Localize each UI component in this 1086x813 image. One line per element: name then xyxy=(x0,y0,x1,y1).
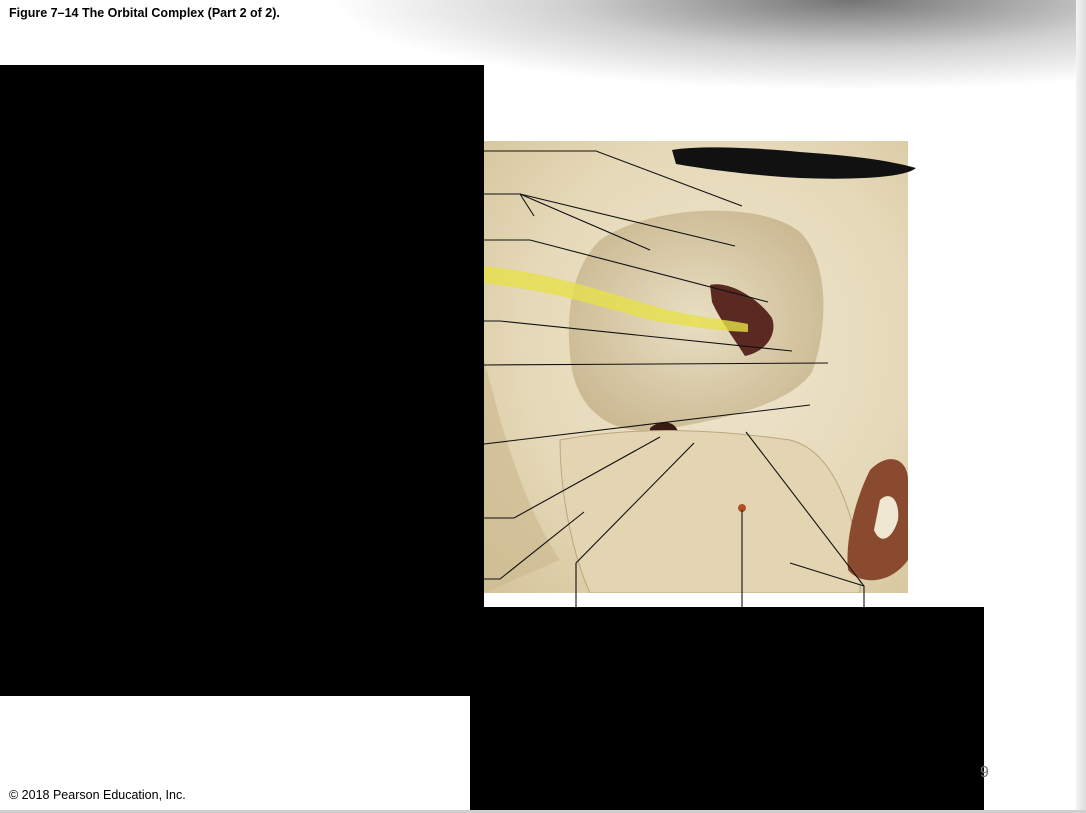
copyright-notice: © 2018 Pearson Education, Inc. xyxy=(9,788,186,802)
redaction-block-left xyxy=(0,65,484,696)
bone-photo xyxy=(484,141,908,593)
page-number: 9 xyxy=(980,764,989,781)
redaction-block-bottom xyxy=(470,607,984,813)
maxilla-contour xyxy=(559,430,861,593)
